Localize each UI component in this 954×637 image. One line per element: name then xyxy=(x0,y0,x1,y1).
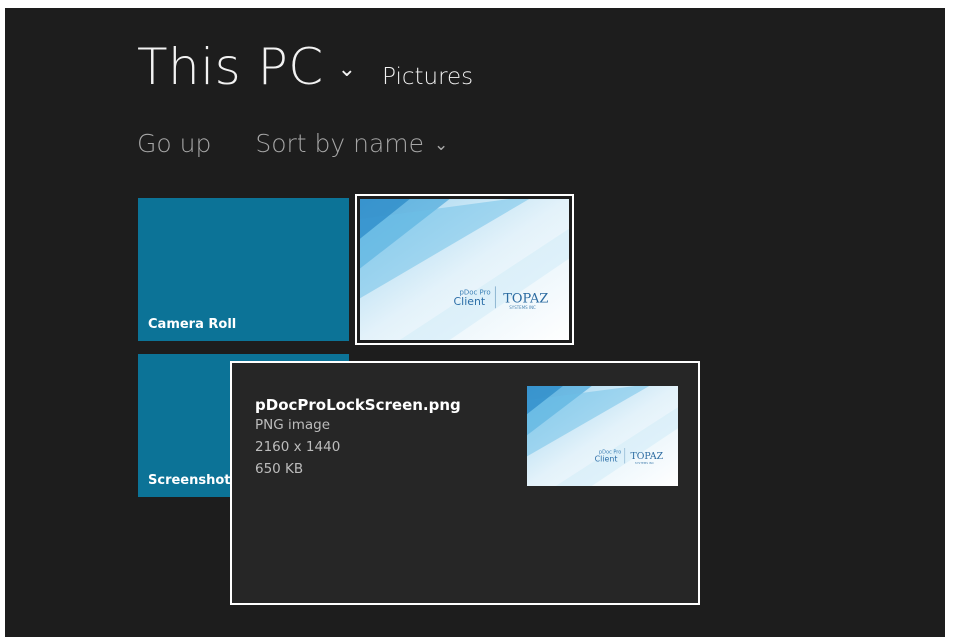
thumb-brand: TOPAZ xyxy=(503,291,548,306)
thumb-product-big: Client xyxy=(454,295,486,308)
file-type: PNG image xyxy=(255,417,331,433)
file-picker-window: This PC ⌄ Pictures Go up Sort by name ⌄ C… xyxy=(5,8,945,637)
header: This PC ⌄ Pictures xyxy=(137,38,473,96)
sort-dropdown[interactable]: Sort by name ⌄ xyxy=(255,129,448,158)
file-info-tooltip: pDocProLockScreen.png PNG image 2160 x 1… xyxy=(230,361,700,605)
image-thumbnail: pDoc Pro Client TOPAZ SYSTEMS INC xyxy=(360,199,569,340)
tooltip-image-preview: pDoc Pro Client TOPAZ SYSTEMS INC xyxy=(527,386,678,486)
chevron-down-icon: ⌄ xyxy=(434,135,449,155)
file-name: pDocProLockScreen.png xyxy=(255,396,461,414)
file-dimensions: 2160 x 1440 xyxy=(255,439,341,455)
page-title[interactable]: This PC xyxy=(137,38,324,96)
folder-label: Camera Roll xyxy=(148,317,237,332)
preview-product-big: Client xyxy=(595,454,618,463)
file-tile-pdocprolockscreen[interactable]: pDoc Pro Client TOPAZ SYSTEMS INC xyxy=(355,194,574,345)
thumb-brand-sub: SYSTEMS INC xyxy=(509,305,536,310)
current-folder: Pictures xyxy=(382,64,474,90)
command-bar: Go up Sort by name ⌄ xyxy=(137,129,448,158)
sort-label: Sort by name xyxy=(255,129,425,158)
folder-tile-camera-roll[interactable]: Camera Roll xyxy=(138,198,349,341)
file-size: 650 KB xyxy=(255,461,304,477)
preview-brand-sub: SYSTEMS INC xyxy=(635,461,654,465)
go-up-button[interactable]: Go up xyxy=(137,129,211,158)
folder-label: Screenshots xyxy=(148,473,239,488)
chevron-down-icon[interactable]: ⌄ xyxy=(338,57,356,82)
